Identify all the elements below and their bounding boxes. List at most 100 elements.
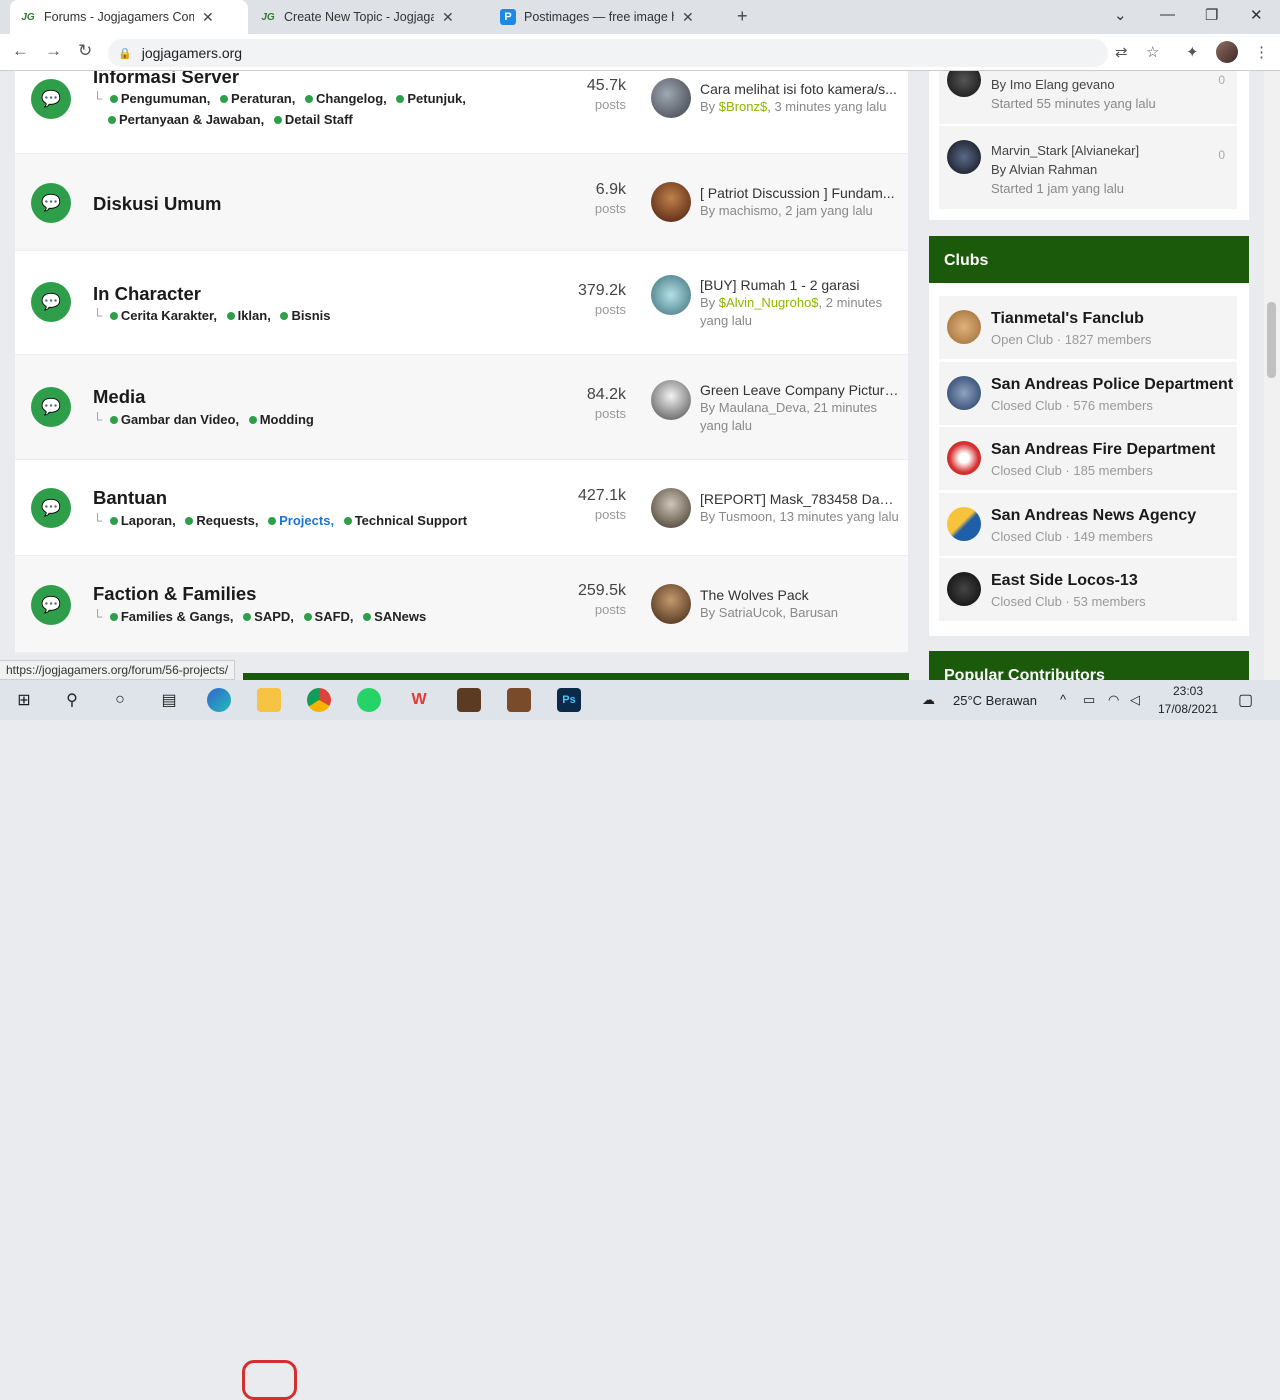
club-item[interactable]: Tianmetal's Fanclub Open Club · 1827 mem… <box>939 296 1237 359</box>
club-item[interactable]: East Side Locos-13 Closed Club · 53 memb… <box>939 558 1237 621</box>
subforum-link[interactable]: Bisnis <box>280 308 330 323</box>
last-poster-avatar[interactable] <box>651 182 691 222</box>
subforum-link[interactable]: SAPD, <box>243 609 294 624</box>
last-poster-avatar[interactable] <box>651 584 691 624</box>
tab-forums[interactable]: JG Forums - Jogjagamers Community ✕ <box>10 0 248 34</box>
tab-create-topic[interactable]: JG Create New Topic - Jogjagamers ✕ <box>250 0 488 34</box>
translate-icon[interactable]: ⇄ <box>1115 43 1128 61</box>
club-item[interactable]: San Andreas Police Department Closed Clu… <box>939 362 1237 425</box>
subforum-link[interactable]: Technical Support <box>343 513 467 528</box>
subforum-link[interactable]: SANews <box>363 609 426 624</box>
subforum-link[interactable]: Families & Gangs, <box>109 609 234 624</box>
forum-title[interactable]: Faction & Families <box>93 583 256 605</box>
edge-icon[interactable] <box>207 688 231 712</box>
task-view-icon[interactable]: ▤ <box>157 688 181 712</box>
chrome-icon[interactable] <box>307 688 331 712</box>
battery-icon[interactable]: ▭ <box>1083 692 1095 708</box>
weather-icon[interactable]: ☁ <box>922 692 935 708</box>
close-tab-icon[interactable]: ✕ <box>682 9 694 26</box>
subforum-link[interactable]: Changelog, <box>304 91 387 106</box>
club-name[interactable]: San Andreas Police Department <box>991 376 1233 394</box>
weather-text[interactable]: 25°C Berawan <box>953 693 1037 708</box>
last-poster-avatar[interactable] <box>651 488 691 528</box>
subforum-link[interactable]: Pengumuman, <box>109 91 210 106</box>
maximize-icon[interactable]: ❐ <box>1205 6 1218 24</box>
clubs-widget: Clubs Tianmetal's Fanclub Open Club · 18… <box>929 236 1249 636</box>
last-poster-avatar[interactable] <box>651 380 691 420</box>
last-post-user[interactable]: $Alvin_Nugroho$ <box>719 295 819 310</box>
subforum-link[interactable]: Gambar dan Video, <box>109 412 239 427</box>
last-poster-avatar[interactable] <box>651 78 691 118</box>
tab-postimages[interactable]: P Postimages — free image hosting ✕ <box>490 0 728 34</box>
club-avatar <box>947 376 981 410</box>
back-icon[interactable]: ← <box>12 41 29 61</box>
subforum-link[interactable]: Petunjuk, <box>396 91 466 106</box>
windows-start-icon[interactable]: ⊞ <box>12 688 36 712</box>
profile-avatar[interactable] <box>1216 41 1238 63</box>
wps-office-icon[interactable]: W <box>407 688 431 712</box>
file-explorer-icon[interactable] <box>257 688 281 712</box>
forum-title[interactable]: Informasi Server <box>93 71 239 88</box>
subforum-link-projects[interactable]: Projects, <box>268 513 334 528</box>
subforum-link[interactable]: Pertanyaan & Jawaban, <box>108 112 264 127</box>
scrollbar-thumb[interactable] <box>1267 302 1276 378</box>
close-tab-icon[interactable]: ✕ <box>442 9 454 26</box>
forum-title[interactable]: In Character <box>93 283 201 305</box>
clock-date[interactable]: 17/08/2021 <box>1158 702 1218 716</box>
last-poster-avatar[interactable] <box>651 275 691 315</box>
subforum-link[interactable]: Detail Staff <box>273 112 353 127</box>
tab-search-icon[interactable]: ⌄ <box>1114 6 1127 24</box>
forum-title[interactable]: Media <box>93 386 145 408</box>
club-name[interactable]: Tianmetal's Fanclub <box>991 310 1144 328</box>
clock-time[interactable]: 23:03 <box>1173 684 1203 698</box>
last-post-title[interactable]: [BUY] Rumah 1 - 2 garasi <box>700 276 900 294</box>
subforum-link[interactable]: Laporan, <box>109 513 176 528</box>
game-app-icon[interactable] <box>507 688 531 712</box>
last-post-title[interactable]: Green Leave Company Picture... <box>700 381 900 399</box>
club-name[interactable]: East Side Locos-13 <box>991 572 1138 590</box>
address-bar[interactable]: 🔒 jogjagamers.org <box>108 39 1108 67</box>
forum-chat-icon: 💬 <box>31 282 71 322</box>
forum-title[interactable]: Diskusi Umum <box>93 193 222 215</box>
new-tab-icon[interactable]: + <box>737 6 748 27</box>
photoshop-icon[interactable]: Ps <box>557 688 581 712</box>
extensions-icon[interactable]: ✦ <box>1186 43 1199 61</box>
last-post-title[interactable]: [ Patriot Discussion ] Fundam... <box>700 184 900 202</box>
cortana-icon[interactable]: ○ <box>108 688 132 712</box>
forum-row: 💬 In Character └ Cerita Karakter, Iklan,… <box>15 251 908 355</box>
last-post-title[interactable]: [REPORT] Mask_783458 Dan ... <box>700 490 900 508</box>
volume-icon[interactable]: ◁ <box>1130 692 1140 708</box>
search-icon[interactable]: ⚲ <box>60 688 84 712</box>
club-meta: Open Club · 1827 members <box>991 332 1152 347</box>
last-post-title[interactable]: The Wolves Pack <box>700 586 900 604</box>
club-name[interactable]: San Andreas News Agency <box>991 507 1196 525</box>
recent-topic-item[interactable]: Marvin_Stark [Alvianekar] By Alvian Rahm… <box>939 126 1237 209</box>
wifi-icon[interactable]: ◠ <box>1108 692 1119 708</box>
last-post: [ Patriot Discussion ] Fundam... By mach… <box>700 184 900 220</box>
subforum-link[interactable]: Requests, <box>185 513 259 528</box>
last-post-user[interactable]: $Bronz$ <box>719 99 767 114</box>
club-item[interactable]: San Andreas Fire Department Closed Club … <box>939 427 1237 490</box>
notifications-icon[interactable]: ▢ <box>1238 690 1253 710</box>
whatsapp-icon[interactable] <box>357 688 381 712</box>
subforum-link[interactable]: Modding <box>248 412 314 427</box>
last-post-title[interactable]: Cara melihat isi foto kamera/s... <box>700 80 900 98</box>
minimize-icon[interactable]: — <box>1160 6 1175 23</box>
club-name[interactable]: San Andreas Fire Department <box>991 441 1215 459</box>
game-app-icon[interactable] <box>457 688 481 712</box>
forum-title[interactable]: Bantuan <box>93 487 167 509</box>
forward-icon[interactable]: → <box>45 41 62 61</box>
close-window-icon[interactable]: ✕ <box>1250 6 1263 24</box>
subforum-link[interactable]: SAFD, <box>303 609 354 624</box>
bookmark-star-icon[interactable]: ☆ <box>1146 43 1159 61</box>
subforum-list: └ Gambar dan Video, Modding <box>93 412 314 427</box>
club-item[interactable]: San Andreas News Agency Closed Club · 14… <box>939 493 1237 556</box>
subforum-link[interactable]: Cerita Karakter, <box>109 308 217 323</box>
subforum-link[interactable]: Peraturan, <box>220 91 295 106</box>
menu-icon[interactable]: ⋮ <box>1254 43 1269 61</box>
subforum-link[interactable]: Iklan, <box>226 308 271 323</box>
recent-topic-item[interactable]: By Imo Elang gevano Started 55 minutes y… <box>939 71 1237 124</box>
tray-chevron-icon[interactable]: ^ <box>1060 692 1066 707</box>
reload-icon[interactable]: ↻ <box>78 41 92 61</box>
close-tab-icon[interactable]: ✕ <box>202 9 214 26</box>
